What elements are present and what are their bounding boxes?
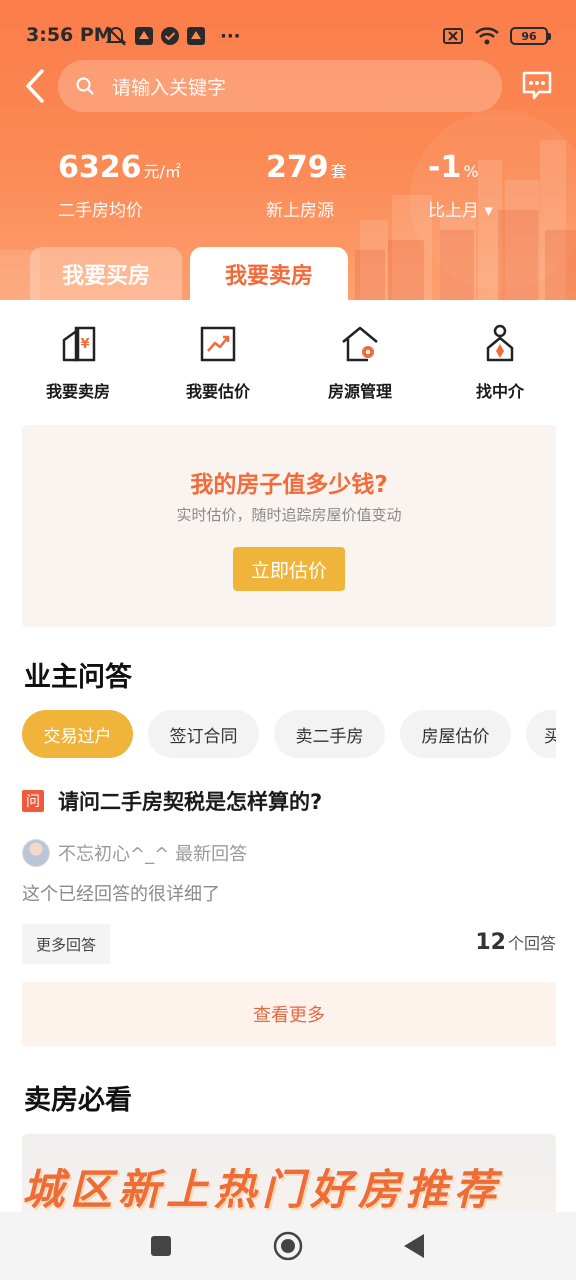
message-icon bbox=[522, 71, 552, 100]
quick-actions: ¥ 我要卖房 我要估价 房源管理 找中介 bbox=[0, 322, 576, 412]
qa-question[interactable]: 问 请问二手房契税是怎样算的? bbox=[22, 786, 556, 816]
app-notification-icon bbox=[135, 27, 153, 45]
answerer-row: 不忘初心^_^ 最新回答 bbox=[22, 838, 247, 868]
house-settings-icon bbox=[342, 326, 378, 362]
valuation-chart-icon bbox=[200, 326, 236, 362]
stat-month-change[interactable]: -1% 比上月 ▾ bbox=[428, 150, 493, 221]
answer-count-number: 12 bbox=[475, 930, 506, 955]
answer-count-unit: 个回答 bbox=[507, 934, 556, 953]
action-label: 我要卖房 bbox=[45, 382, 110, 401]
chip-transfer[interactable]: 交易过户 bbox=[22, 710, 133, 758]
stat-unit: 元/㎡ bbox=[143, 162, 181, 181]
promo-banner[interactable]: 城区新上热门好房推荐 bbox=[22, 1134, 556, 1214]
answer-text: 这个已经回答的很详细了 bbox=[22, 884, 220, 905]
svg-text:¥: ¥ bbox=[80, 337, 89, 352]
notification-icons: ··· bbox=[104, 24, 241, 48]
action-sell-house[interactable]: ¥ 我要卖房 bbox=[23, 322, 133, 402]
stat-value: -1 bbox=[428, 150, 462, 185]
back-nav-button[interactable] bbox=[398, 1230, 430, 1262]
action-label: 我要估价 bbox=[185, 382, 250, 401]
answerer-tag: 最新回答 bbox=[175, 844, 248, 865]
search-input[interactable]: 请输入关键字 bbox=[58, 60, 502, 112]
system-icons: 96 bbox=[442, 24, 551, 48]
tab-sell-house[interactable]: 我要卖房 bbox=[190, 247, 348, 300]
stat-value: 6326 bbox=[58, 150, 142, 185]
sell-house-icon: ¥ bbox=[62, 326, 96, 362]
check-circle-icon bbox=[161, 27, 179, 45]
valuation-card: 我的房子值多少钱? 实时估价，随时追踪房屋价值变动 立即估价 bbox=[22, 425, 556, 627]
stat-unit: 套 bbox=[330, 162, 347, 181]
back-button[interactable] bbox=[18, 66, 52, 106]
answerer-name: 不忘初心^_^ bbox=[58, 844, 170, 865]
tab-buy-house[interactable]: 我要买房 bbox=[30, 247, 182, 300]
header: 3:56 PM ··· 96 请输入关键字 6326 元/㎡ 二手房均价 279… bbox=[0, 0, 576, 300]
market-stats: 6326 元/㎡ 二手房均价 279 套 新上房源 -1% 比上月 ▾ bbox=[0, 150, 576, 221]
qa-section-title: 业主问答 bbox=[24, 662, 132, 693]
search-icon bbox=[76, 77, 94, 95]
app-notification-icon-2 bbox=[187, 27, 205, 45]
see-more-button[interactable]: 查看更多 bbox=[22, 982, 556, 1046]
question-badge: 问 bbox=[22, 790, 44, 812]
message-button[interactable] bbox=[520, 68, 554, 102]
banner-text: 城区新上热门好房推荐 bbox=[22, 1165, 503, 1214]
stat-label: 新上房源 bbox=[266, 201, 334, 221]
stat-new-listings[interactable]: 279 套 新上房源 bbox=[266, 150, 347, 221]
stat-unit: % bbox=[463, 162, 479, 181]
home-button[interactable] bbox=[272, 1230, 304, 1262]
stat-average-price[interactable]: 6326 元/㎡ 二手房均价 bbox=[58, 150, 181, 221]
question-text: 请问二手房契税是怎样算的? bbox=[58, 790, 323, 814]
recent-apps-button[interactable] bbox=[145, 1230, 177, 1262]
wifi-icon bbox=[475, 27, 499, 45]
system-nav-bar bbox=[0, 1212, 576, 1280]
no-sim-icon bbox=[443, 28, 463, 44]
must-read-title: 卖房必看 bbox=[24, 1085, 132, 1116]
chip-house-valuation[interactable]: 房屋估价 bbox=[400, 710, 511, 758]
more-answers-button[interactable]: 更多回答 bbox=[22, 924, 110, 964]
mute-bell-icon bbox=[105, 26, 127, 46]
home-circle-icon bbox=[273, 1231, 303, 1261]
valuation-subtitle: 实时估价，随时追踪房屋价值变动 bbox=[176, 506, 402, 524]
more-notifications-icon: ··· bbox=[220, 25, 241, 47]
stat-label: 比上月 ▾ bbox=[428, 201, 493, 221]
avatar bbox=[22, 839, 50, 867]
triangle-back-icon bbox=[404, 1234, 424, 1258]
action-listing-management[interactable]: 房源管理 bbox=[305, 322, 415, 402]
square-icon bbox=[151, 1236, 171, 1256]
battery-indicator: 96 bbox=[510, 27, 551, 45]
chevron-left-icon bbox=[26, 69, 44, 103]
status-time: 3:56 PM bbox=[26, 24, 113, 46]
qa-topic-chips: 交易过户 签订合同 卖二手房 房屋估价 买 bbox=[22, 710, 556, 758]
chip-sell-used-house[interactable]: 卖二手房 bbox=[274, 710, 385, 758]
search-placeholder: 请输入关键字 bbox=[112, 76, 227, 99]
action-label: 找中介 bbox=[475, 382, 524, 401]
stat-value: 279 bbox=[266, 150, 329, 185]
chip-contract[interactable]: 签订合同 bbox=[148, 710, 259, 758]
action-find-agent[interactable]: 找中介 bbox=[445, 322, 555, 402]
answer-count: 12 个回答 bbox=[475, 930, 556, 955]
stat-label: 二手房均价 bbox=[58, 201, 143, 221]
action-label: 房源管理 bbox=[327, 382, 392, 401]
valuate-now-button[interactable]: 立即估价 bbox=[233, 547, 345, 591]
action-valuation[interactable]: 我要估价 bbox=[163, 322, 273, 402]
valuation-title: 我的房子值多少钱? bbox=[190, 472, 388, 498]
agent-icon bbox=[486, 324, 514, 362]
chip-buy[interactable]: 买 bbox=[526, 710, 556, 758]
